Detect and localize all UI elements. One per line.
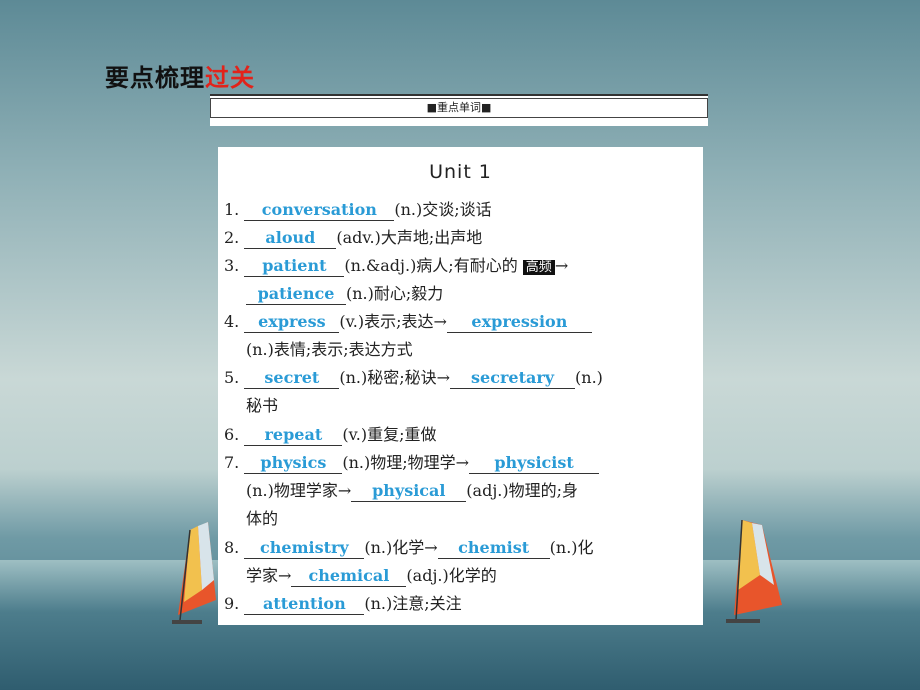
answer: chemist	[437, 538, 550, 559]
list-item: 6. repeat (v.)重复;重做	[224, 425, 437, 446]
list-item: 体的	[246, 509, 279, 528]
windsurf-sail-right	[726, 519, 782, 623]
answer: patience	[246, 284, 346, 305]
high-frequency-badge: 高频	[522, 260, 555, 275]
banner-label: ■重点单词■	[210, 98, 708, 118]
answer: attention	[244, 594, 365, 615]
list-item: 5. secret (n.)秘密;秘诀→ secretary (n.)	[224, 368, 603, 389]
list-item: patience (n.)耐心;毅力	[246, 284, 443, 305]
answer: physical	[351, 481, 467, 502]
answer: secretary	[450, 368, 576, 389]
answer: physicist	[469, 453, 600, 474]
section-banner: ■重点单词■	[210, 94, 708, 126]
list-item: 4. express (v.)表示;表达→ expression	[224, 312, 592, 333]
answer: chemical	[291, 566, 407, 587]
answer: secret	[244, 368, 340, 389]
list-item: 秘书	[246, 396, 279, 415]
answer: repeat	[244, 425, 343, 446]
answer: express	[244, 312, 340, 333]
list-item: 9. attention (n.)注意;关注	[224, 594, 462, 615]
page-title: 要点梳理过关	[105, 58, 255, 93]
answer: aloud	[244, 228, 337, 249]
list-item: 8. chemistry (n.)化学→ chemist (n.)化	[224, 538, 594, 559]
answer: expression	[446, 312, 592, 333]
list-item: 3. patient (n.&adj.)病人;有耐心的 高频 →	[224, 256, 569, 277]
list-item: 1. conversation (n.)交谈;谈话	[224, 200, 492, 221]
answer: conversation	[244, 200, 395, 221]
answer: patient	[244, 256, 345, 277]
title-accent: 过关	[205, 64, 255, 92]
vocab-panel: Unit 1 1. conversation (n.)交谈;谈话 2. aloud…	[218, 147, 703, 625]
list-item: 7. physics (n.)物理;物理学→ physicist	[224, 453, 600, 474]
answer: chemistry	[244, 538, 365, 559]
unit-heading: Unit 1	[429, 161, 492, 183]
list-item: 2. aloud (adv.)大声地;出声地	[224, 228, 483, 249]
list-item: (n.)物理学家→ physical (adj.)物理的;身	[246, 481, 579, 502]
list-item: (n.)表情;表示;表达方式	[246, 340, 413, 359]
list-item: 学家→ chemical (adj.)化学的	[246, 566, 497, 587]
answer: physics	[244, 453, 343, 474]
title-main: 要点梳理	[105, 64, 205, 92]
